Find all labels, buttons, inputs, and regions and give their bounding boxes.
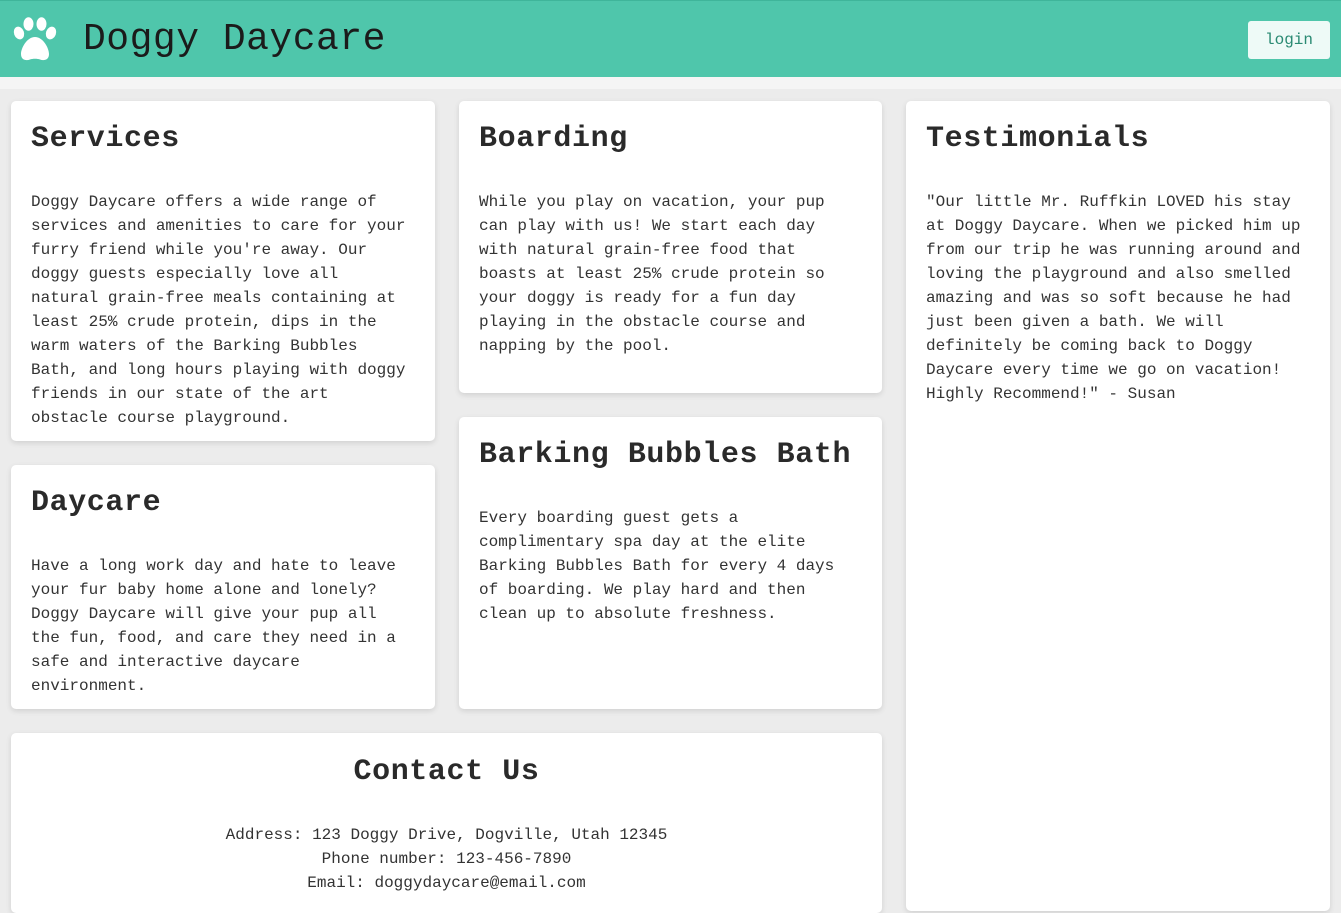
site-title: Doggy Daycare <box>83 18 386 61</box>
bath-description: Every boarding guest gets a complimentar… <box>479 509 835 623</box>
services-card: Services Doggy Daycare offers a wide ran… <box>11 101 435 441</box>
testimonials-card: Testimonials "Our little Mr. Ruffkin LOV… <box>906 101 1330 911</box>
boarding-description: While you play on vacation, your pup can… <box>479 193 825 355</box>
contact-address: Address: 123 Doggy Drive, Dogville, Utah… <box>225 826 668 844</box>
boarding-card: Boarding While you play on vacation, you… <box>459 101 882 393</box>
paw-icon <box>13 17 57 61</box>
daycare-description: Have a long work day and hate to leave y… <box>31 557 396 695</box>
daycare-title: Daycare <box>31 486 162 520</box>
header-divider <box>0 77 1341 89</box>
contact-title: Contact Us <box>353 755 540 789</box>
boarding-title: Boarding <box>479 122 628 156</box>
testimonial-quote: "Our little Mr. Ruffkin LOVED his stay a… <box>926 193 1301 403</box>
services-title: Services <box>31 122 180 156</box>
contact-phone: Phone number: 123-456-7890 <box>321 850 572 868</box>
contact-card: Contact Us Address: 123 Doggy Drive, Dog… <box>11 733 882 913</box>
site-header: Doggy Daycare login <box>0 0 1341 77</box>
testimonials-title: Testimonials <box>926 122 1150 156</box>
login-button[interactable]: login <box>1248 21 1330 59</box>
contact-details: Address: 123 Doggy Drive, Dogville, Utah… <box>31 823 862 895</box>
barking-bubbles-bath-card: Barking Bubbles Bath Every boarding gues… <box>459 417 882 709</box>
daycare-card: Daycare Have a long work day and hate to… <box>11 465 435 709</box>
bath-title: Barking Bubbles Bath <box>479 438 852 472</box>
services-description: Doggy Daycare offers a wide range of ser… <box>31 193 406 427</box>
contact-email: Email: doggydaycare@email.com <box>307 874 586 892</box>
